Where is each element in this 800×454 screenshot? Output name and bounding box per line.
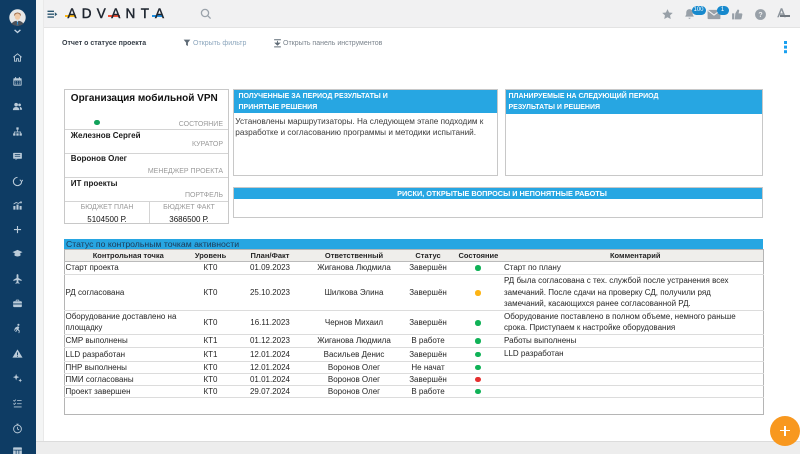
svg-text:?: ? xyxy=(758,12,762,19)
